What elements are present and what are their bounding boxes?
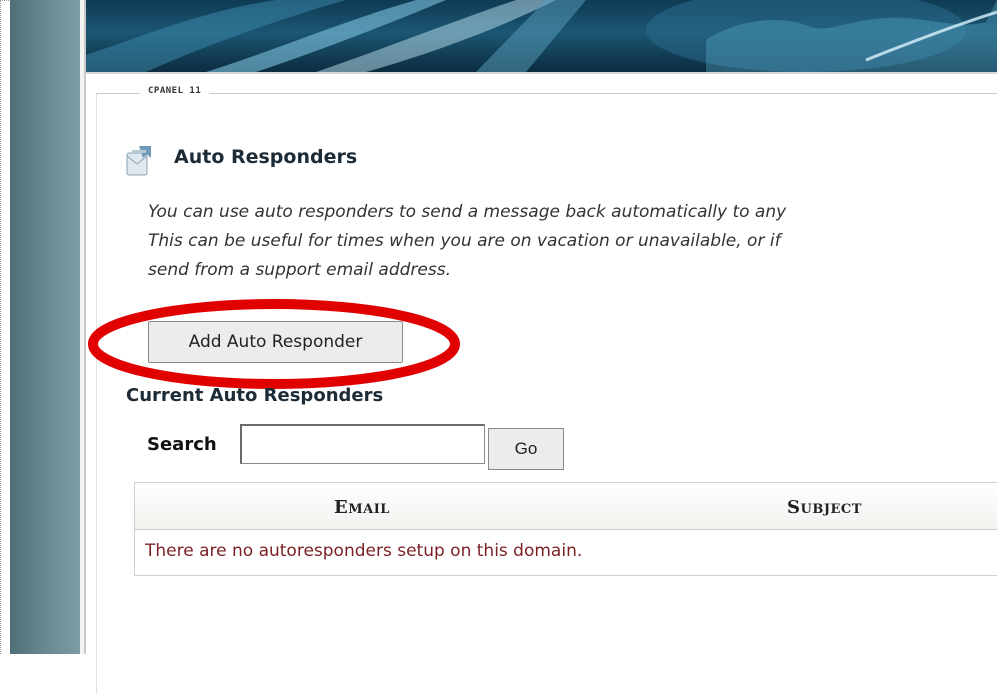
banner-graphic [86, 0, 997, 72]
current-auto-responders-heading: Current Auto Responders [126, 385, 384, 406]
auto-responders-table: Email Subject There are no autoresponder… [134, 482, 997, 576]
banner-underline [86, 72, 997, 74]
add-auto-responder-button[interactable]: Add Auto Responder [148, 321, 403, 363]
screenshot-border-left [0, 0, 1, 654]
left-rail [10, 0, 80, 654]
autoresponder-icon [124, 144, 154, 178]
description-line: This can be useful for times when you ar… [148, 231, 781, 251]
column-header-subject[interactable]: Subject [787, 497, 862, 518]
empty-table-message: There are no autoresponders setup on thi… [145, 541, 583, 561]
left-rail-divider [84, 0, 86, 654]
description-line: send from a support email address. [148, 260, 451, 280]
version-divider [96, 93, 997, 94]
version-label: CPANEL 11 [140, 86, 210, 96]
column-header-email[interactable]: Email [334, 497, 390, 518]
description-line: You can use auto responders to send a me… [148, 202, 787, 222]
search-label: Search [147, 434, 217, 455]
table-header: Email Subject [135, 483, 997, 530]
page-description: You can use auto responders to send a me… [148, 198, 997, 285]
go-button[interactable]: Go [488, 428, 564, 470]
search-input[interactable] [240, 424, 485, 464]
page-title: Auto Responders [174, 146, 358, 168]
header-banner [86, 0, 997, 72]
